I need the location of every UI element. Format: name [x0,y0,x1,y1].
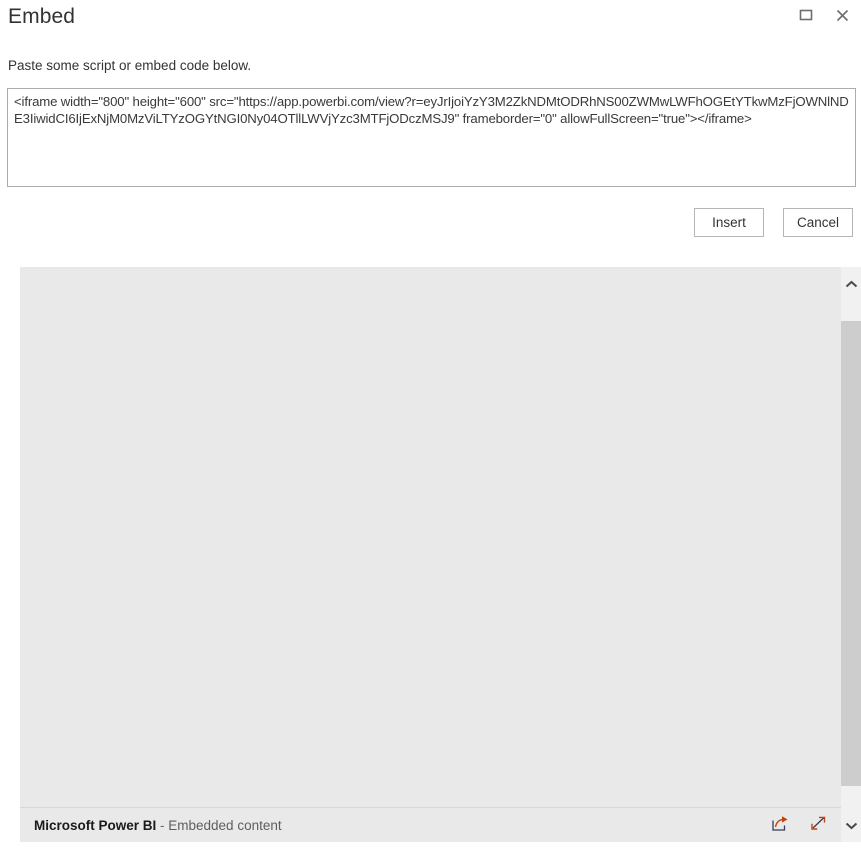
footer-subtitle: Embedded content [168,817,282,833]
powerbi-brand-label: Microsoft Power BI [34,817,157,833]
close-icon [836,9,849,22]
scroll-up-button[interactable] [841,267,861,301]
preview-footer-label: Microsoft Power BI - Embedded content [34,818,282,833]
fullscreen-button[interactable] [805,812,831,838]
insert-button[interactable]: Insert [694,208,764,237]
close-button[interactable] [831,4,853,26]
preview-footer: Microsoft Power BI - Embedded content [20,807,841,842]
restore-button[interactable] [795,4,817,26]
restore-icon [799,9,813,21]
share-icon [771,815,790,835]
preview-content-area [20,267,841,807]
footer-separator: - [156,817,169,833]
scrollbar-track[interactable] [841,301,861,808]
window-controls [795,0,861,30]
instruction-text: Paste some script or embed code below. [8,58,252,73]
chevron-down-icon [845,818,858,833]
scroll-down-button[interactable] [841,808,861,842]
chevron-up-icon [845,277,858,292]
embed-code-input[interactable]: <iframe width="800" height="600" src="ht… [14,93,850,128]
cancel-button[interactable]: Cancel [783,208,853,237]
fullscreen-icon [809,815,828,835]
embed-preview-panel: Microsoft Power BI - Embedded content [20,267,861,842]
scrollbar-thumb[interactable] [841,321,861,786]
preview-scrollbar[interactable] [841,267,861,842]
share-button[interactable] [767,812,793,838]
embed-code-box[interactable]: <iframe width="800" height="600" src="ht… [7,88,856,187]
dialog-title: Embed [8,5,76,28]
dialog-actions: Insert Cancel [694,208,853,237]
